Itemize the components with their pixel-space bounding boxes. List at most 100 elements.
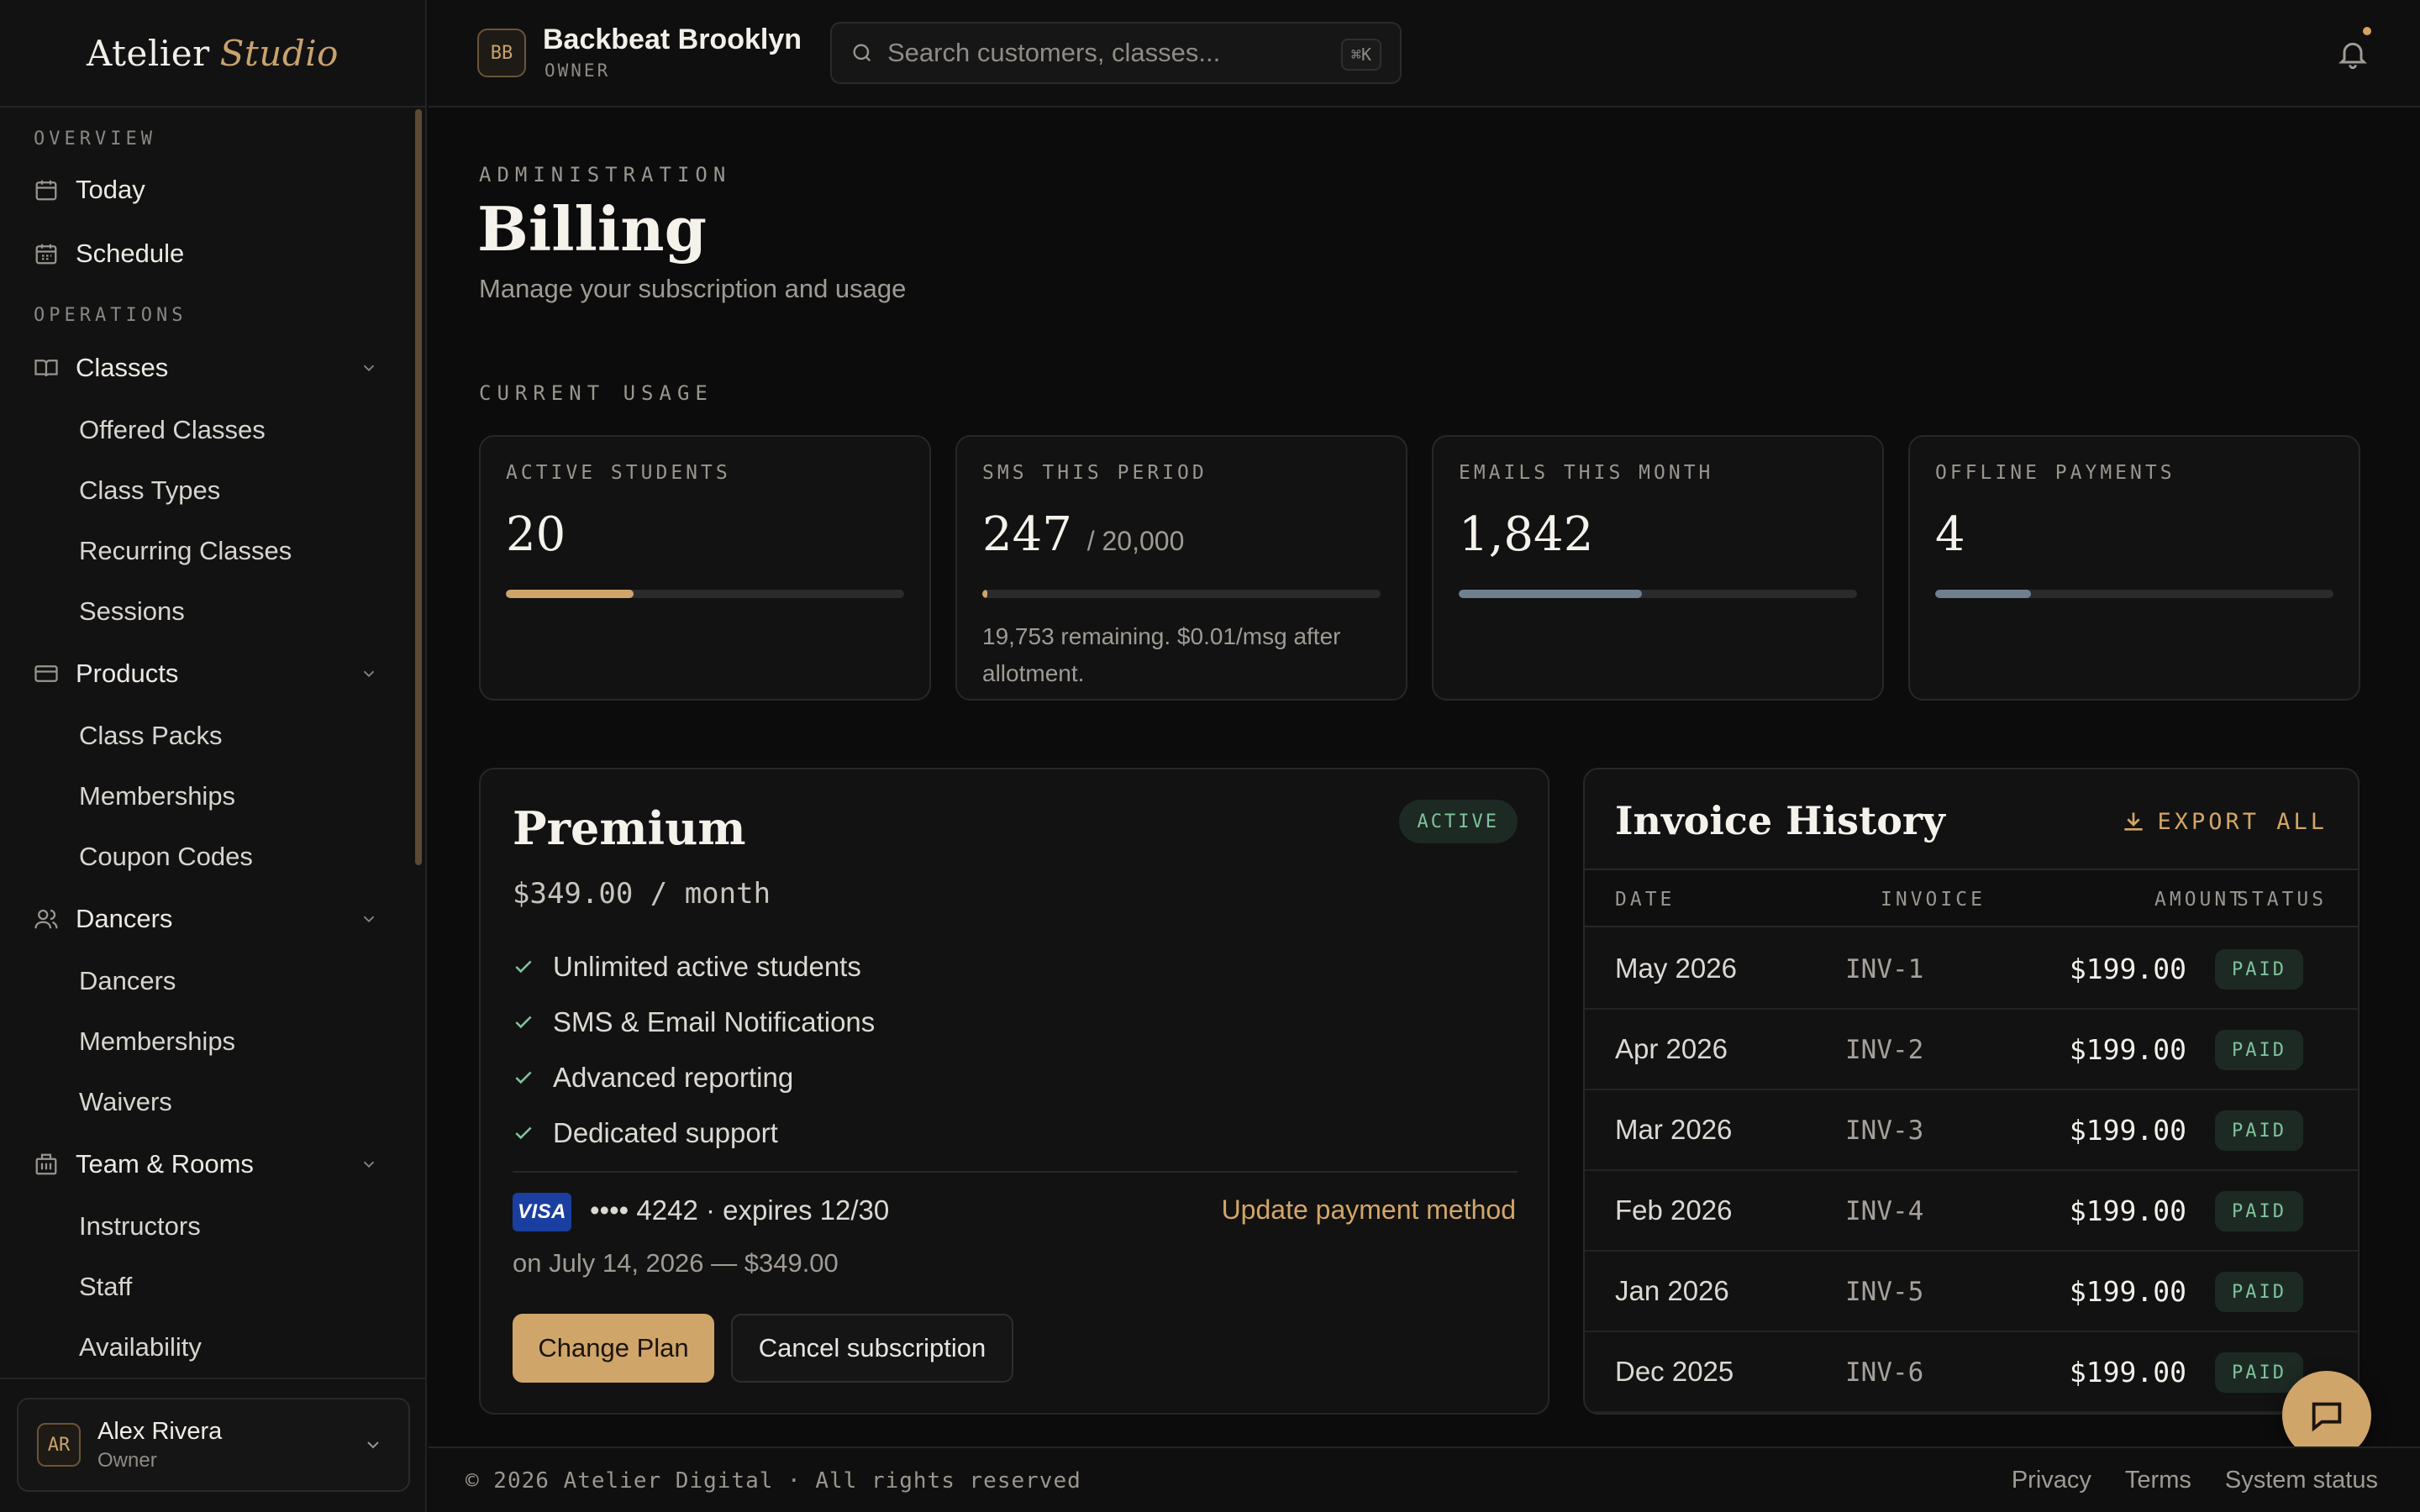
org-name[interactable]: Backbeat Brooklyn bbox=[543, 24, 802, 56]
brand-name: Atelier bbox=[87, 32, 210, 74]
search-input[interactable] bbox=[887, 38, 1324, 68]
invoice-date: Apr 2026 bbox=[1615, 1033, 1728, 1064]
invoice-row[interactable]: May 2026 INV-1 $199.00 PAID bbox=[1585, 929, 2358, 1010]
sidebar-item-availability[interactable]: Availability bbox=[0, 1317, 425, 1378]
sidebar-item-offered-classes[interactable]: Offered Classes bbox=[0, 400, 425, 460]
invoice-row[interactable]: Mar 2026 INV-3 $199.00 PAID bbox=[1585, 1090, 2358, 1171]
status-badge: PAID bbox=[2215, 949, 2303, 990]
invoice-row[interactable]: Apr 2026 INV-2 $199.00 PAID bbox=[1585, 1010, 2358, 1090]
usage-value: 4 bbox=[1935, 507, 1965, 562]
column-date[interactable]: DATE bbox=[1615, 889, 1675, 911]
sidebar-item-dancer-memberships[interactable]: Memberships bbox=[0, 1011, 425, 1072]
chevron-down-icon bbox=[363, 1161, 375, 1168]
search-icon bbox=[853, 44, 871, 62]
copyright: © 2026 Atelier Digital · All rights rese… bbox=[466, 1468, 1081, 1494]
column-amount[interactable]: AMOUNT bbox=[2154, 889, 2244, 911]
sidebar-item-product-memberships[interactable]: Memberships bbox=[0, 766, 425, 827]
sidebar-item-class-packs[interactable]: Class Packs bbox=[0, 706, 425, 766]
renewal-info: on July 14, 2026 — $349.00 bbox=[513, 1248, 839, 1278]
invoice-history-title: Invoice History bbox=[1615, 798, 1945, 843]
building-icon bbox=[35, 1153, 57, 1175]
invoice-date: Feb 2026 bbox=[1615, 1194, 1733, 1226]
footer: © 2026 Atelier Digital · All rights rese… bbox=[429, 1446, 2420, 1512]
invoice-number: INV-6 bbox=[1845, 1357, 1924, 1388]
invoice-number: INV-1 bbox=[1845, 954, 1924, 984]
privacy-link[interactable]: Privacy bbox=[2012, 1467, 2091, 1494]
sidebar-item-dancers[interactable]: Dancers bbox=[0, 951, 425, 1011]
chevron-down-icon bbox=[363, 670, 375, 678]
sidebar-item-label: Team & Rooms bbox=[76, 1149, 254, 1179]
card-info: •••• 4242 · expires 12/30 bbox=[590, 1194, 890, 1226]
plan-name: Premium bbox=[513, 801, 746, 855]
sidebar-item-class-types[interactable]: Class Types bbox=[0, 460, 425, 521]
invoice-amount: $199.00 bbox=[2069, 1275, 2186, 1308]
sidebar-item-recurring-classes[interactable]: Recurring Classes bbox=[0, 521, 425, 581]
status-badge: PAID bbox=[2215, 1272, 2303, 1312]
page-title: Billing bbox=[477, 193, 707, 265]
usage-heading: CURRENT USAGE bbox=[479, 381, 713, 405]
plan-feature: Unlimited active students bbox=[513, 946, 861, 988]
export-all-button[interactable]: EXPORT ALL bbox=[2120, 808, 2328, 835]
brand-logo[interactable]: Atelier Studio bbox=[0, 0, 425, 108]
sidebar-item-waivers[interactable]: Waivers bbox=[0, 1072, 425, 1132]
user-avatar: AR bbox=[37, 1423, 81, 1467]
sidebar-item-label: Classes bbox=[76, 353, 169, 382]
sidebar-group-products[interactable]: Products bbox=[0, 642, 425, 706]
invoice-amount: $199.00 bbox=[2069, 1194, 2186, 1227]
sidebar-item-coupon-codes[interactable]: Coupon Codes bbox=[0, 827, 425, 887]
book-icon bbox=[34, 360, 58, 377]
divider bbox=[513, 1171, 1518, 1173]
invoice-row[interactable]: Dec 2025 INV-6 $199.00 PAID bbox=[1585, 1332, 2358, 1413]
sidebar-nav: OVERVIEW Today Schedule OPERATIONS Class… bbox=[0, 109, 425, 1378]
usage-label: EMAILS THIS MONTH bbox=[1459, 462, 1714, 484]
sidebar-item-sessions[interactable]: Sessions bbox=[0, 581, 425, 642]
sidebar-item-staff[interactable]: Staff bbox=[0, 1257, 425, 1317]
sidebar-group-dancers[interactable]: Dancers bbox=[0, 887, 425, 951]
chat-icon bbox=[2312, 1402, 2342, 1432]
bell-icon[interactable] bbox=[2336, 37, 2370, 71]
system-status-link[interactable]: System status bbox=[2225, 1467, 2378, 1494]
search-bar[interactable]: ⌘K bbox=[830, 22, 1402, 84]
check-icon bbox=[515, 1071, 532, 1084]
user-menu-button[interactable]: AR Alex Rivera Owner bbox=[17, 1398, 410, 1492]
update-payment-link[interactable]: Update payment method bbox=[1222, 1194, 1516, 1226]
usage-value: 20 bbox=[506, 507, 566, 562]
topbar: BB Backbeat Brooklyn OWNER ⌘K bbox=[429, 0, 2420, 108]
page-subtitle: Manage your subscription and usage bbox=[479, 274, 907, 303]
sidebar: Atelier Studio OVERVIEW Today Schedule OP… bbox=[0, 0, 427, 1512]
change-plan-button[interactable]: Change Plan bbox=[513, 1314, 714, 1383]
calendar-icon bbox=[35, 180, 57, 201]
usage-card-offline-payments: OFFLINE PAYMENTS 4 bbox=[1908, 435, 2360, 701]
sidebar-group-team-rooms[interactable]: Team & Rooms bbox=[0, 1132, 425, 1196]
plan-feature: Advanced reporting bbox=[513, 1057, 793, 1099]
sidebar-item-instructors[interactable]: Instructors bbox=[0, 1196, 425, 1257]
status-badge: PAID bbox=[2215, 1110, 2303, 1151]
chevron-down-icon bbox=[363, 365, 375, 372]
user-role: Owner bbox=[97, 1448, 157, 1472]
brand-accent: Studio bbox=[219, 32, 339, 74]
sidebar-item-today[interactable]: Today bbox=[0, 158, 425, 222]
invoice-row[interactable]: Feb 2026 INV-4 $199.00 PAID bbox=[1585, 1171, 2358, 1252]
usage-label: ACTIVE STUDENTS bbox=[506, 462, 731, 484]
usage-note: 19,753 remaining. $0.01/msg after allotm… bbox=[982, 623, 1341, 686]
cancel-subscription-button[interactable]: Cancel subscription bbox=[731, 1314, 1013, 1383]
sidebar-scrollbar[interactable] bbox=[415, 109, 422, 865]
invoice-number: INV-3 bbox=[1845, 1116, 1924, 1146]
sidebar-item-schedule[interactable]: Schedule bbox=[0, 222, 425, 286]
check-icon bbox=[515, 1016, 532, 1029]
plan-price: $349.00 / month bbox=[513, 877, 771, 911]
plan-card: Premium ACTIVE $349.00 / month Unlimited… bbox=[479, 768, 1549, 1415]
card-icon bbox=[34, 665, 58, 682]
invoice-amount: $199.00 bbox=[2069, 1114, 2186, 1147]
usage-label: SMS THIS PERIOD bbox=[982, 462, 1207, 484]
sidebar-group-classes[interactable]: Classes bbox=[0, 336, 425, 400]
plan-feature: Dedicated support bbox=[513, 1112, 778, 1154]
column-invoice[interactable]: INVOICE bbox=[1881, 889, 1986, 911]
column-status[interactable]: STATUS bbox=[2237, 889, 2327, 911]
terms-link[interactable]: Terms bbox=[2125, 1467, 2191, 1494]
sidebar-item-label: Today bbox=[76, 175, 145, 204]
check-icon bbox=[515, 1126, 532, 1140]
org-avatar[interactable]: BB bbox=[477, 29, 526, 77]
usage-progress bbox=[506, 590, 904, 598]
invoice-row[interactable]: Jan 2026 INV-5 $199.00 PAID bbox=[1585, 1252, 2358, 1332]
